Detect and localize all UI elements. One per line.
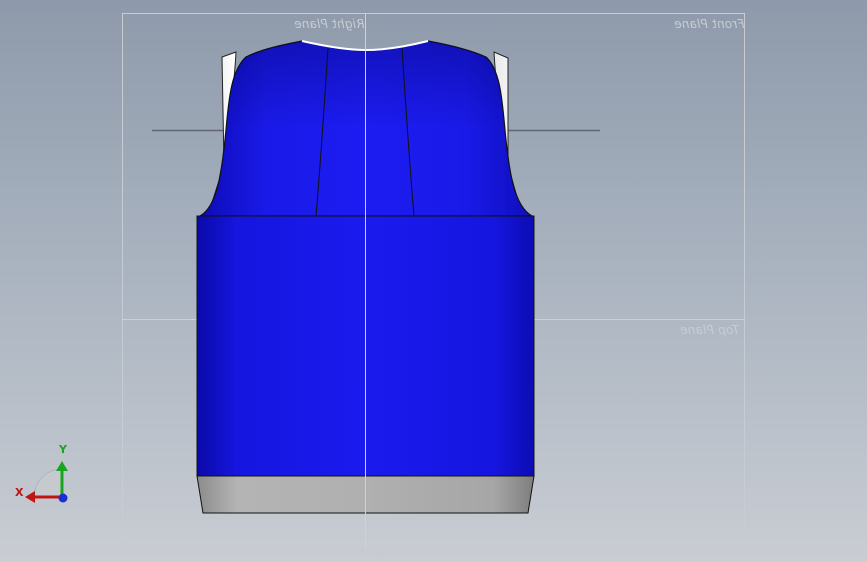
z-axis-dot <box>58 493 68 503</box>
right-plane-label: Right Plane <box>294 17 365 31</box>
x-axis-label: X <box>15 486 24 499</box>
front-plane-label: Front Plane <box>674 17 745 31</box>
x-axis-arrowhead <box>25 491 35 503</box>
y-axis-label: Y <box>59 443 67 456</box>
triad-xy-plane-icon <box>33 468 63 498</box>
coordinate-triad <box>25 461 68 503</box>
y-axis-arrowhead <box>56 461 68 471</box>
top-plane-label: Top Plane <box>680 323 740 337</box>
graphics-viewport[interactable] <box>0 0 867 562</box>
